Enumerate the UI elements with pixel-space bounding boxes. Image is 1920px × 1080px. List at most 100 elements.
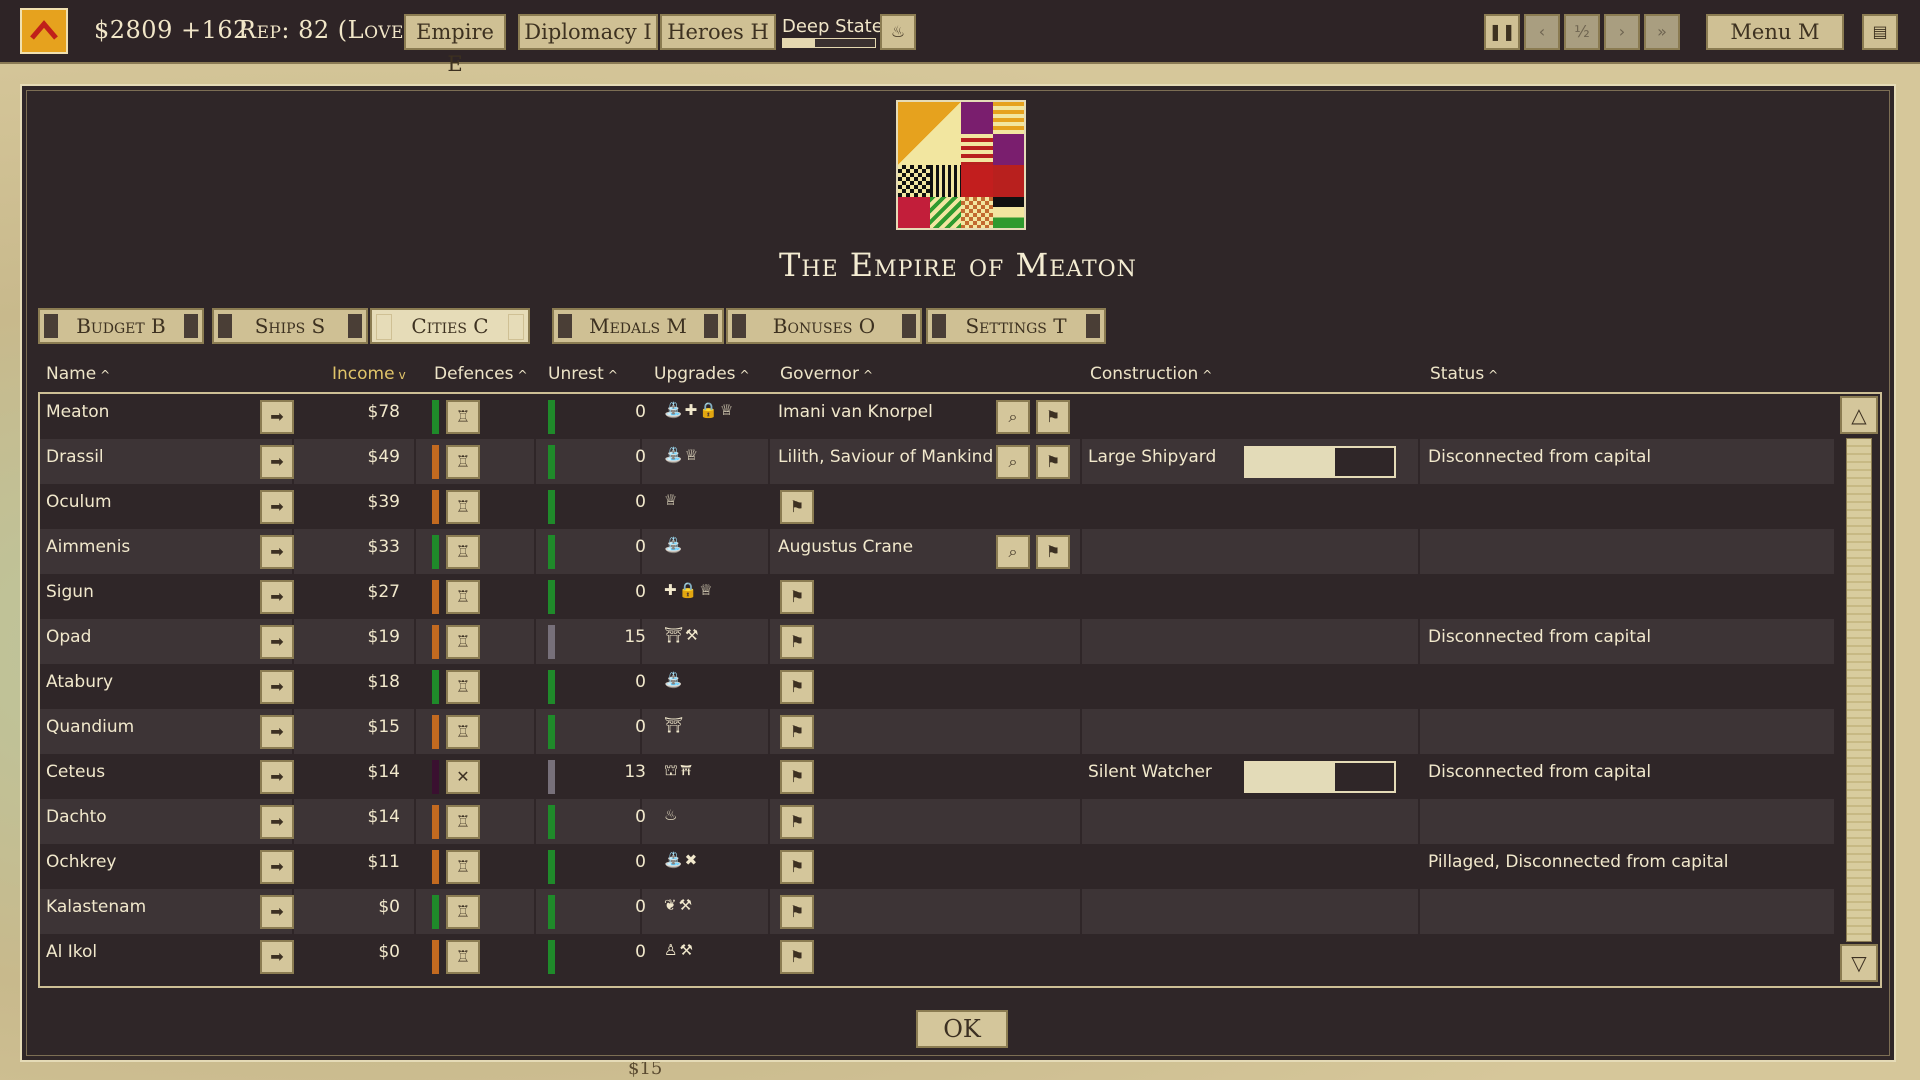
assign-governor-button[interactable]: ⚑ — [780, 715, 814, 749]
assign-governor-button[interactable]: ⚑ — [1036, 400, 1070, 434]
city-unrest: 0 — [635, 897, 646, 917]
construction-progress — [1244, 446, 1396, 478]
assign-governor-button[interactable]: ⚑ — [780, 580, 814, 614]
column-governor-header[interactable]: Governor ^ — [780, 364, 873, 384]
assign-governor-button[interactable]: ⚑ — [780, 670, 814, 704]
column-income-header[interactable]: Income v — [332, 364, 406, 384]
tab-medals[interactable]: Medals M — [552, 308, 724, 344]
tower-icon[interactable]: ♖ — [446, 715, 480, 749]
table-row[interactable]: Atabury ➡ $18 ♖ 0 ⛲ ⚑ — [40, 664, 1834, 709]
column-divider — [534, 889, 536, 934]
column-status-header[interactable]: Status ^ — [1430, 364, 1498, 384]
diplomacy-button[interactable]: Diplomacy I — [518, 14, 658, 50]
magnifier-icon[interactable]: ⌕ — [996, 535, 1030, 569]
magnifier-icon[interactable]: ⌕ — [996, 400, 1030, 434]
goto-city-button[interactable]: ➡ — [260, 535, 294, 569]
fast-forward-button[interactable]: » — [1644, 14, 1680, 50]
goto-city-button[interactable]: ➡ — [260, 850, 294, 884]
goto-city-button[interactable]: ➡ — [260, 940, 294, 974]
tab-settings[interactable]: Settings T — [926, 308, 1106, 344]
assign-governor-button[interactable]: ⚑ — [780, 850, 814, 884]
sort-up-icon: ^ — [517, 368, 528, 382]
menu-button[interactable]: Menu M — [1706, 14, 1844, 50]
no-defence-icon[interactable]: ✕ — [446, 760, 480, 794]
table-row[interactable]: Ceteus ➡ $14 ✕ 13 ⛫⛩ ⚑ Silent Watcher Disconnect… — [40, 754, 1834, 799]
column-divider — [1418, 484, 1420, 529]
column-unrest-header[interactable]: Unrest ^ — [548, 364, 618, 384]
tower-icon[interactable]: ♖ — [446, 670, 480, 704]
table-row[interactable]: Drassil ➡ $49 ♖ 0 ⛲♕ Lilith, Saviour of Mankin… — [40, 439, 1834, 484]
table-row[interactable]: Meaton ➡ $78 ♖ 0 ⛲✚🔒♕ Imani van Knorpel ⌕ ⚑ — [40, 394, 1834, 439]
goto-city-button[interactable]: ➡ — [260, 895, 294, 929]
assign-governor-button[interactable]: ⚑ — [780, 625, 814, 659]
tower-icon[interactable]: ♖ — [446, 400, 480, 434]
ok-button[interactable]: OK — [916, 1010, 1008, 1048]
column-divider — [1418, 664, 1420, 709]
assign-governor-button[interactable]: ⚑ — [780, 490, 814, 524]
goto-city-button[interactable]: ➡ — [260, 445, 294, 479]
city-upgrade-icons: ⛩ — [664, 716, 686, 734]
table-row[interactable]: Quandium ➡ $15 ♖ 0 ⛩ ⚑ — [40, 709, 1834, 754]
column-divider — [414, 619, 416, 664]
assign-governor-button[interactable]: ⚑ — [780, 940, 814, 974]
goto-city-button[interactable]: ➡ — [260, 580, 294, 614]
tower-icon[interactable]: ♖ — [446, 850, 480, 884]
tower-icon[interactable]: ♖ — [446, 625, 480, 659]
unrest-level-bar — [548, 445, 555, 479]
table-row[interactable]: Aimmenis ➡ $33 ♖ 0 ⛲ Augustus Crane ⌕ ⚑ — [40, 529, 1834, 574]
defence-level-bar — [432, 940, 439, 974]
goto-city-button[interactable]: ➡ — [260, 400, 294, 434]
tower-icon[interactable]: ♖ — [446, 535, 480, 569]
table-row[interactable]: Dachto ➡ $14 ♖ 0 ♨ ⚑ — [40, 799, 1834, 844]
assign-governor-button[interactable]: ⚑ — [1036, 535, 1070, 569]
play-button[interactable]: › — [1604, 14, 1640, 50]
assign-governor-button[interactable]: ⚑ — [780, 805, 814, 839]
table-row[interactable]: Sigun ➡ $27 ♖ 0 ✚🔒♕ ⚑ — [40, 574, 1834, 619]
speed-normal-button[interactable]: ½ — [1564, 14, 1600, 50]
pause-button[interactable]: ❚❚ — [1484, 14, 1520, 50]
tab-bonuses[interactable]: Bonuses O — [726, 308, 922, 344]
assign-governor-button[interactable]: ⚑ — [780, 760, 814, 794]
book-icon[interactable]: ▤ — [1862, 14, 1898, 50]
column-construction-header[interactable]: Construction ^ — [1090, 364, 1212, 384]
city-upgrade-icons: ⛲✚🔒♕ — [664, 401, 736, 419]
table-row[interactable]: Oculum ➡ $39 ♖ 0 ♕ ⚑ — [40, 484, 1834, 529]
magnifier-icon[interactable]: ⌕ — [996, 445, 1030, 479]
scroll-thumb[interactable] — [1846, 438, 1872, 942]
table-scrollbar[interactable]: △ ▽ — [1840, 396, 1878, 984]
empire-button[interactable]: Empire E — [404, 14, 506, 76]
tab-cities[interactable]: Cities C — [370, 308, 530, 344]
tower-icon[interactable]: ♖ — [446, 940, 480, 974]
tab-ships[interactable]: Ships S — [212, 308, 368, 344]
table-row[interactable]: Kalastenam ➡ $0 ♖ 0 ❦⚒ ⚑ — [40, 889, 1834, 934]
goto-city-button[interactable]: ➡ — [260, 715, 294, 749]
tower-icon[interactable]: ♖ — [446, 445, 480, 479]
goto-city-button[interactable]: ➡ — [260, 760, 294, 794]
deep-state-icon-button[interactable]: ♨ — [880, 14, 916, 50]
scroll-down-button[interactable]: ▽ — [1840, 944, 1878, 982]
city-upgrade-icons: ❦⚒ — [664, 896, 695, 914]
table-row[interactable]: Opad ➡ $19 ♖ 15 ⛩⚒ ⚑ Disconnected from capital — [40, 619, 1834, 664]
column-upgrades-header[interactable]: Upgrades ^ — [654, 364, 750, 384]
goto-city-button[interactable]: ➡ — [260, 805, 294, 839]
chevron-up-icon — [30, 20, 58, 40]
speed-slow-button[interactable]: ‹ — [1524, 14, 1560, 50]
table-row[interactable]: Ochkrey ➡ $11 ♖ 0 ⛲✖ ⚑ Pillaged, Disconnected f… — [40, 844, 1834, 889]
heroes-button[interactable]: Heroes H — [660, 14, 776, 50]
column-defences-header[interactable]: Defences ^ — [434, 364, 528, 384]
column-name-header[interactable]: Name ^ — [46, 364, 110, 384]
table-row[interactable]: Al Ikol ➡ $0 ♖ 0 ♙⚒ ⚑ — [40, 934, 1834, 979]
goto-city-button[interactable]: ➡ — [260, 625, 294, 659]
goto-city-button[interactable]: ➡ — [260, 490, 294, 524]
assign-governor-button[interactable]: ⚑ — [780, 895, 814, 929]
tab-budget[interactable]: Budget B — [38, 308, 204, 344]
empire-logo-button[interactable] — [20, 8, 68, 54]
tower-icon[interactable]: ♖ — [446, 895, 480, 929]
tower-icon[interactable]: ♖ — [446, 490, 480, 524]
scroll-up-button[interactable]: △ — [1840, 396, 1878, 434]
tower-icon[interactable]: ♖ — [446, 580, 480, 614]
reputation-readout: Rep: 82 (Loved) — [238, 16, 428, 44]
goto-city-button[interactable]: ➡ — [260, 670, 294, 704]
tower-icon[interactable]: ♖ — [446, 805, 480, 839]
assign-governor-button[interactable]: ⚑ — [1036, 445, 1070, 479]
